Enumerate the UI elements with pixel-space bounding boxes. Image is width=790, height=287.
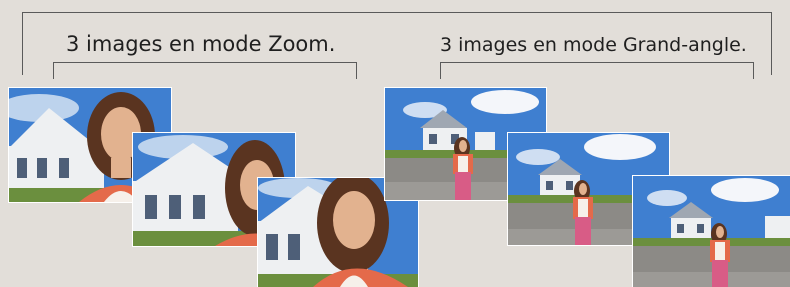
zoom-caption: 3 images en mode Zoom. [60, 32, 342, 56]
zoom-bracket [53, 62, 357, 79]
wide-angle-caption: 3 images en mode Grand-angle. [434, 34, 753, 56]
wide-angle-photo-3 [633, 176, 790, 287]
wide-angle-bracket [440, 62, 754, 79]
